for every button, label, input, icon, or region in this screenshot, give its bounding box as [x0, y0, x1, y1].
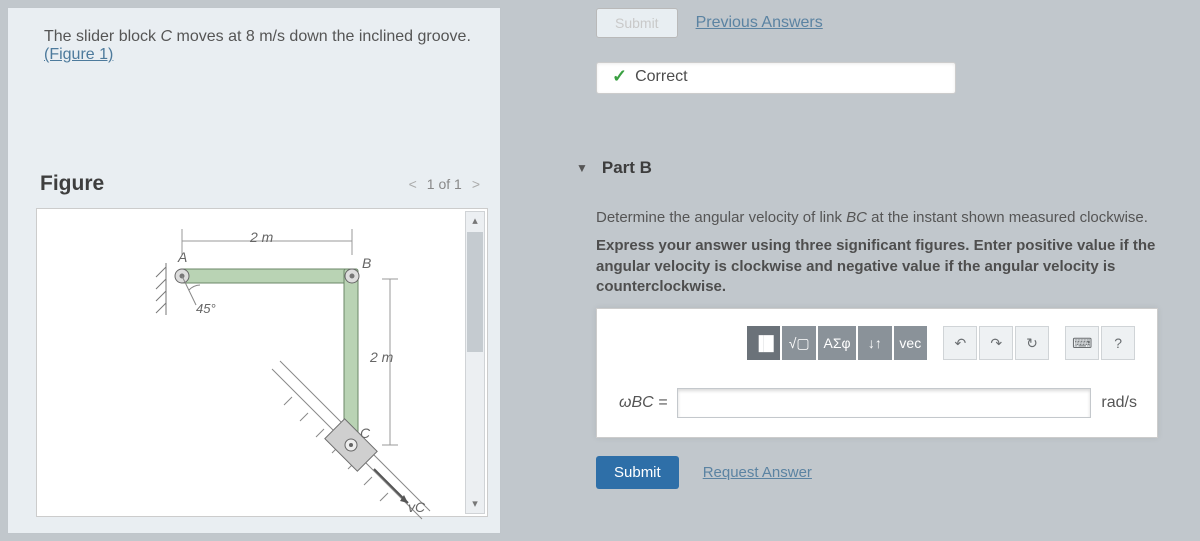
problem-text-prefix: The slider block [44, 28, 161, 45]
submit-row: Submit Request Answer [596, 456, 812, 489]
question-var: BC [846, 209, 867, 226]
question-prefix: Determine the angular velocity of link [596, 209, 846, 226]
instruction-text: Express your answer using three signific… [596, 236, 1160, 297]
problem-text-mid: moves at 8 m/s down the inclined groove. [172, 28, 471, 45]
help-button[interactable]: ? [1101, 326, 1135, 360]
figure-link[interactable]: (Figure 1) [44, 46, 113, 63]
answer-input[interactable] [677, 388, 1091, 418]
scroll-down-icon[interactable]: ▾ [466, 495, 484, 513]
mechanism-diagram: 2 m 2 m A B C 45° vC [152, 219, 432, 539]
part-header[interactable]: ▼ Part B [576, 158, 652, 178]
greek-button[interactable]: ΑΣφ [818, 326, 856, 360]
redo-button[interactable]: ↷ [979, 326, 1013, 360]
problem-var: C [161, 28, 173, 45]
submit-button[interactable]: Submit [596, 456, 679, 489]
correct-text: Correct [635, 68, 687, 86]
equation-toolbar: ▐█ √▢ ΑΣφ ↓↑ vec ↶ ↷ ↻ ⌨ ? [747, 325, 1137, 361]
dim-horizontal-label: 2 m [250, 229, 273, 245]
correct-status: ✓ Correct [612, 66, 688, 87]
figure-header: Figure < 1 of 1 > [8, 166, 500, 202]
templates-button[interactable]: ▐█ [747, 326, 780, 360]
figure-title: Figure [40, 172, 104, 196]
right-pane: Submit Previous Answers ✓ Correct ▼ Part… [520, 8, 1192, 533]
pager-prev[interactable]: < [409, 176, 417, 192]
figure-body: 2 m 2 m A B C 45° vC ▴ ▾ [36, 208, 488, 517]
point-c-label: C [360, 425, 370, 441]
figure-scrollbar[interactable]: ▴ ▾ [465, 211, 485, 514]
point-b-label: B [362, 255, 371, 271]
prev-answers-row: Submit Previous Answers [520, 8, 1192, 38]
scroll-thumb[interactable] [467, 232, 483, 352]
pager-next[interactable]: > [472, 176, 480, 192]
answer-row: ωBC = rad/s [619, 387, 1137, 419]
keyboard-button[interactable]: ⌨ [1065, 326, 1099, 360]
angle-label: 45° [196, 301, 216, 316]
answer-lhs: ωBC = [619, 394, 667, 412]
problem-statement: The slider block C moves at 8 m/s down t… [8, 8, 500, 64]
reset-button[interactable]: ↻ [1015, 326, 1049, 360]
previous-answers-link[interactable]: Previous Answers [696, 14, 823, 32]
velocity-label: vC [408, 499, 425, 515]
answer-area: ▐█ √▢ ΑΣφ ↓↑ vec ↶ ↷ ↻ ⌨ ? ωBC = rad/s [596, 308, 1158, 438]
caret-down-icon[interactable]: ▼ [576, 161, 588, 175]
part-title: Part B [602, 158, 652, 178]
scripts-button[interactable]: ↓↑ [858, 326, 891, 360]
sqrt-button[interactable]: √▢ [782, 326, 815, 360]
vec-button[interactable]: vec [894, 326, 927, 360]
check-icon: ✓ [612, 66, 627, 87]
part-body: Determine the angular velocity of link B… [596, 208, 1160, 297]
undo-button[interactable]: ↶ [943, 326, 977, 360]
scroll-up-icon[interactable]: ▴ [466, 212, 484, 230]
question-text: Determine the angular velocity of link B… [596, 208, 1160, 228]
pager-label: 1 of 1 [427, 176, 462, 192]
answer-units: rad/s [1101, 394, 1137, 412]
dim-vertical-label: 2 m [370, 349, 393, 365]
point-a-label: A [178, 249, 187, 265]
submit-ghost-button: Submit [596, 8, 678, 38]
figure-pager: < 1 of 1 > [409, 176, 480, 192]
question-tail: at the instant shown measured clockwise. [867, 209, 1148, 226]
request-answer-link[interactable]: Request Answer [703, 464, 812, 481]
left-pane: The slider block C moves at 8 m/s down t… [8, 8, 500, 533]
